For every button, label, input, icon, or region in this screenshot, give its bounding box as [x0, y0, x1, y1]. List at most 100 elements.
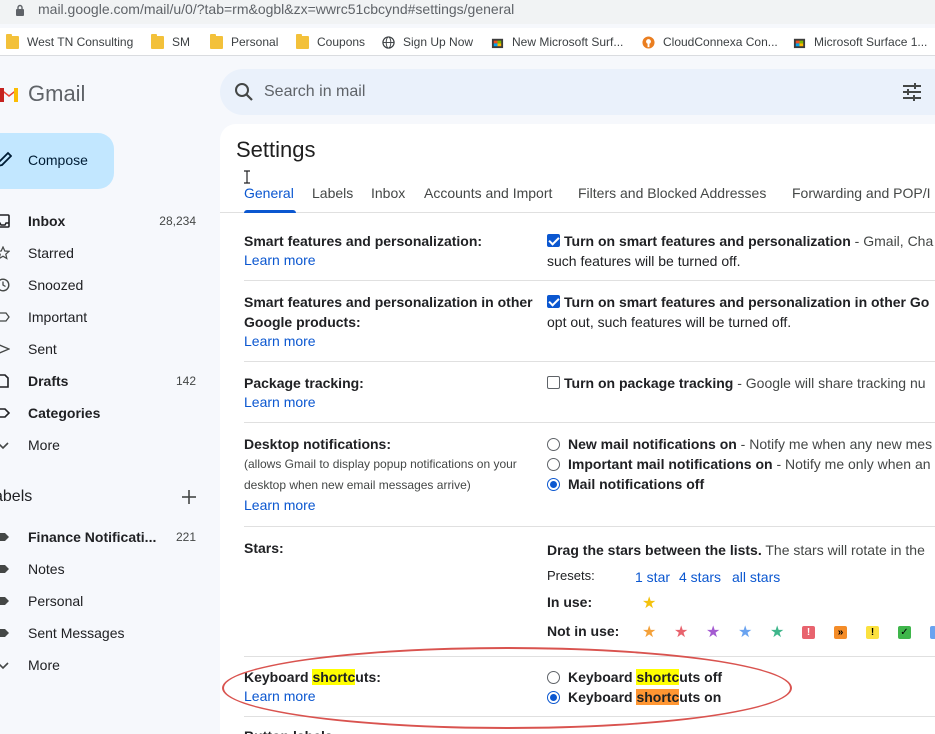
label-icon [0, 565, 9, 573]
setting-row-stars: Stars: Drag the stars between the lists.… [244, 527, 935, 657]
learn-more-link[interactable]: Learn more [244, 688, 316, 704]
compose-label: Compose [28, 152, 88, 168]
preset-1-star[interactable]: 1 star [635, 567, 670, 587]
preset-4-stars[interactable]: 4 stars [679, 567, 721, 587]
package-tracking-checkbox[interactable] [547, 376, 560, 389]
green-star-icon[interactable]: ★ [770, 622, 802, 642]
tab-inbox[interactable]: Inbox [371, 185, 405, 201]
label-icon [0, 533, 9, 541]
sidebar-item-more[interactable]: More [0, 429, 210, 461]
folder-icon [151, 33, 164, 49]
url-field[interactable]: mail.google.com/mail/u/0/?tab=rm&ogbl&zx… [0, 0, 935, 24]
bookmark-coupons[interactable]: Coupons [296, 33, 365, 50]
page-title: Settings [236, 137, 316, 162]
clock-icon [0, 278, 10, 292]
inbox-icon [0, 214, 10, 228]
gmail-m-icon [0, 88, 18, 102]
bookmark-microsoft-surface[interactable]: Microsoft Surface 1... [793, 34, 927, 50]
sidebar-item-sent[interactable]: Sent [0, 333, 210, 365]
sidebar-item-important[interactable]: Important [0, 301, 210, 333]
bookmark-cloudconnexa[interactable]: CloudConnexa Con... [642, 34, 778, 50]
compose-button[interactable]: Compose [0, 133, 114, 189]
star-icon [0, 246, 10, 260]
gmail-wordmark: Gmail [28, 81, 86, 106]
tab-accounts-and-import[interactable]: Accounts and Import [424, 185, 552, 201]
tab-general[interactable]: General [244, 185, 294, 201]
bookmarks-bar: West TN Consulting SM Personal Coupons S… [0, 28, 935, 56]
tab-labels[interactable]: Labels [312, 185, 353, 201]
yellow-star-icon[interactable]: ★ [642, 593, 674, 613]
sidebar-item-drafts[interactable]: Drafts 142 [0, 365, 210, 397]
blue-info-icon[interactable] [930, 625, 935, 639]
search-input[interactable] [264, 79, 864, 105]
chevron-down-icon [0, 442, 9, 450]
sidebar-label-personal[interactable]: Personal [0, 585, 210, 617]
purple-star-icon[interactable]: ★ [706, 622, 738, 642]
search-icon[interactable] [234, 82, 254, 102]
yellow-bang-icon[interactable]: ! [866, 625, 879, 639]
folder-icon [210, 33, 223, 49]
new-mail-notifications-radio[interactable] [547, 438, 560, 451]
learn-more-link[interactable]: Learn more [244, 333, 316, 349]
sidebar-label-finance-notifications[interactable]: Finance Notificati... 221 [0, 521, 210, 553]
folder-icon [296, 33, 309, 49]
globe-icon [382, 35, 395, 49]
openvpn-icon [642, 35, 655, 49]
learn-more-link[interactable]: Learn more [244, 252, 316, 268]
labels-heading: abels [0, 488, 33, 505]
red-bang-icon[interactable]: ! [802, 625, 815, 639]
keyboard-shortcuts-on-radio[interactable] [547, 691, 560, 704]
sidebar-item-inbox[interactable]: Inbox 28,234 [0, 205, 210, 237]
sidebar-item-categories[interactable]: Categories [0, 397, 210, 429]
tab-forwarding-and-pop[interactable]: Forwarding and POP/I [792, 185, 931, 201]
important-icon [0, 312, 10, 322]
draft-icon [0, 374, 9, 388]
pencil-icon [0, 151, 12, 167]
chevron-down-icon [0, 662, 9, 670]
address-bar[interactable]: mail.google.com/mail/u/0/?tab=rm&ogbl&zx… [0, 0, 935, 24]
stars-not-in-use: ★ ★ ★ ★ ★ ! » ! ✓ [642, 622, 935, 642]
setting-label-button-labels: Button labels [244, 726, 333, 734]
setting-row-smart-features: Smart features and personalization: Lear… [244, 213, 935, 281]
bookmark-sm[interactable]: SM [151, 33, 190, 50]
gmail-logo[interactable]: Gmail [0, 80, 85, 108]
blue-star-icon[interactable]: ★ [738, 622, 770, 642]
settings-panel: Settings General Labels Inbox Accounts a… [220, 124, 935, 734]
microsoft-store-icon [491, 38, 504, 48]
sidebar-item-starred[interactable]: Starred [0, 237, 210, 269]
bookmark-sign-up-now[interactable]: Sign Up Now [382, 34, 473, 50]
important-mail-notifications-radio[interactable] [547, 458, 560, 471]
stars-in-use: ★ [642, 593, 674, 613]
keyboard-shortcuts-off-radio[interactable] [547, 671, 560, 684]
microsoft-store-icon [793, 38, 806, 48]
green-check-icon[interactable]: ✓ [898, 625, 911, 639]
bookmark-personal[interactable]: Personal [210, 33, 278, 50]
bookmark-new-microsoft-surface[interactable]: New Microsoft Surf... [491, 34, 623, 50]
setting-row-smart-features-other: Smart features and personalization in ot… [244, 281, 935, 362]
url-text: mail.google.com/mail/u/0/?tab=rm&ogbl&zx… [38, 1, 515, 17]
setting-row-package-tracking: Package tracking: Learn more Turn on pac… [244, 362, 935, 423]
bookmark-west-tn-consulting[interactable]: West TN Consulting [6, 33, 133, 50]
sidebar-item-snoozed[interactable]: Snoozed [0, 269, 210, 301]
lock-icon [16, 4, 24, 16]
label-icon [0, 597, 9, 605]
sidebar-label-notes[interactable]: Notes [0, 553, 210, 585]
search-bar[interactable] [220, 69, 935, 115]
smart-features-other-checkbox[interactable] [547, 295, 560, 308]
learn-more-link[interactable]: Learn more [244, 394, 316, 410]
orange-guillemet-icon[interactable]: » [834, 625, 847, 639]
add-label-icon[interactable] [180, 488, 198, 506]
setting-row-desktop-notifications: Desktop notifications: (allows Gmail to … [244, 423, 935, 527]
sidebar-label-sent-messages[interactable]: Sent Messages [0, 617, 210, 649]
sidebar-label-more[interactable]: More [0, 649, 210, 681]
smart-features-checkbox[interactable] [547, 234, 560, 247]
learn-more-link[interactable]: Learn more [244, 497, 316, 513]
orange-star-icon[interactable]: ★ [642, 622, 674, 642]
preset-all-stars[interactable]: all stars [732, 567, 780, 587]
search-options-icon[interactable] [901, 81, 923, 103]
tab-filters-and-blocked-addresses[interactable]: Filters and Blocked Addresses [578, 185, 766, 201]
red-star-icon[interactable]: ★ [674, 622, 706, 642]
mail-notifications-off-radio[interactable] [547, 478, 560, 491]
folder-icon [6, 33, 19, 49]
setting-row-keyboard-shortcuts: Keyboard shortcuts: Learn more Keyboard … [244, 657, 935, 717]
